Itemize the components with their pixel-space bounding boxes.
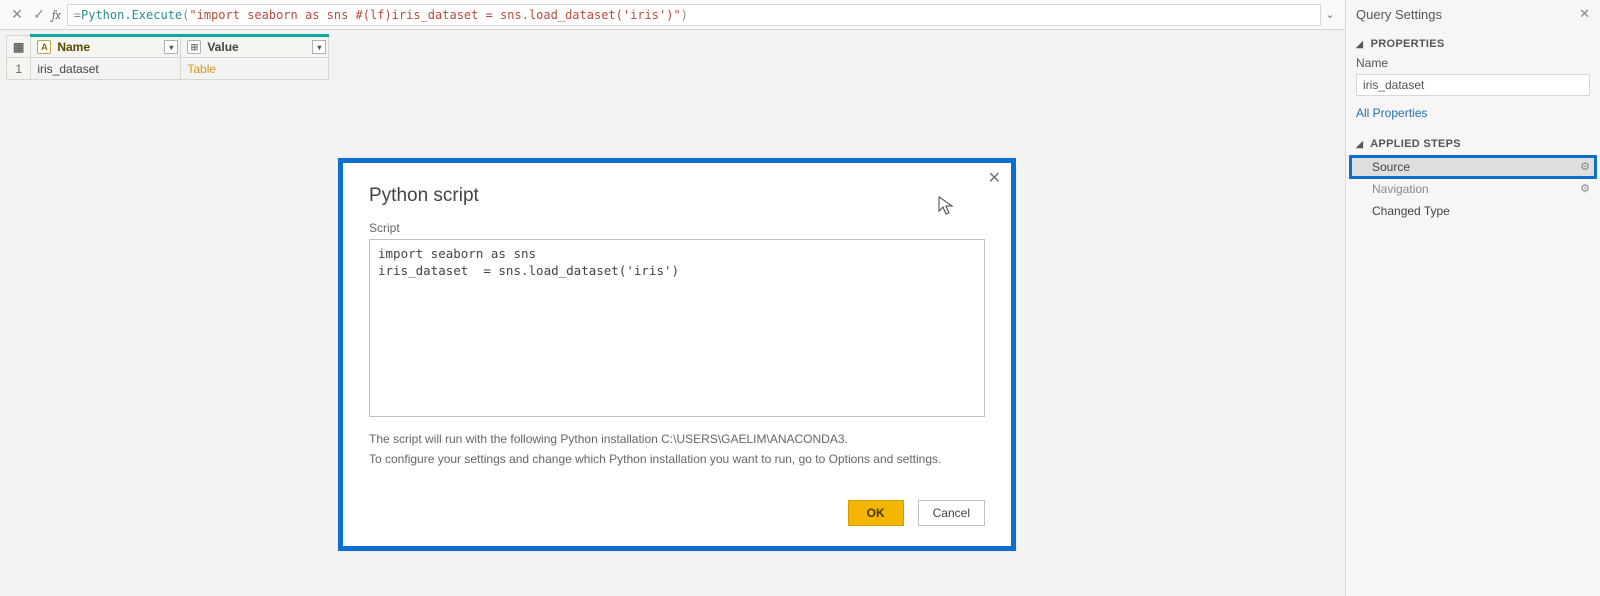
panel-title: Query Settings [1356, 7, 1442, 22]
name-label: Name [1346, 54, 1600, 72]
step-label: Changed Type [1372, 204, 1450, 218]
column-header-name[interactable]: A Name ▾ [31, 36, 181, 58]
text-type-icon: A [37, 40, 51, 54]
column-filter-dropdown-icon[interactable]: ▾ [164, 40, 178, 54]
query-name-input[interactable] [1356, 74, 1590, 96]
formula-bar: ✕ ✓ fx = Python.Execute ( "import seabor… [0, 0, 1345, 30]
column-filter-dropdown-icon[interactable]: ▾ [312, 40, 326, 54]
applied-steps-section-header[interactable]: ◢ APPLIED STEPS [1346, 128, 1600, 154]
table-row[interactable]: 1 iris_dataset Table [7, 58, 329, 80]
applied-step-source[interactable]: Source ⚙ [1350, 156, 1596, 178]
python-script-dialog: ✕ Python script Script The script will r… [338, 158, 1016, 551]
step-label: Source [1372, 160, 1410, 174]
gear-icon[interactable]: ⚙ [1580, 182, 1590, 195]
gear-icon[interactable]: ⚙ [1580, 160, 1590, 173]
cell-value-table-link[interactable]: Table [181, 58, 329, 80]
collapse-triangle-icon: ◢ [1356, 139, 1363, 150]
script-textarea[interactable] [369, 239, 985, 417]
formula-commit-icon[interactable]: ✓ [28, 3, 50, 27]
formula-input[interactable]: = Python.Execute ( "import seaborn as sn… [67, 4, 1321, 26]
fx-label: fx [52, 8, 61, 22]
table-select-all[interactable]: ▦ [7, 36, 31, 58]
step-label: Navigation [1372, 182, 1429, 196]
cancel-button[interactable]: Cancel [918, 500, 985, 526]
panel-close-icon[interactable]: ✕ [1579, 6, 1590, 22]
dialog-info-line-1: The script will run with the following P… [369, 430, 985, 448]
properties-section-header[interactable]: ◢ PROPERTIES [1346, 28, 1600, 54]
column-header-label: Value [207, 40, 238, 54]
table-type-icon: ⊞ [187, 40, 201, 54]
dialog-title: Python script [369, 185, 985, 207]
column-header-value[interactable]: ⊞ Value ▾ [181, 36, 329, 58]
row-index: 1 [7, 58, 31, 80]
applied-step-navigation[interactable]: Navigation ⚙ [1350, 178, 1596, 200]
ok-button[interactable]: OK [848, 500, 904, 526]
applied-step-changed-type[interactable]: Changed Type [1350, 200, 1596, 222]
formula-cancel-icon[interactable]: ✕ [6, 3, 28, 27]
dialog-info-line-2: To configure your settings and change wh… [369, 450, 985, 468]
cell-name[interactable]: iris_dataset [31, 58, 181, 80]
script-label: Script [369, 221, 985, 235]
all-properties-link[interactable]: All Properties [1346, 102, 1600, 128]
formula-expand-icon[interactable]: ⌄ [1321, 8, 1339, 21]
collapse-triangle-icon: ◢ [1356, 39, 1363, 50]
dialog-close-icon[interactable]: ✕ [988, 171, 1001, 187]
data-preview-grid: ▦ A Name ▾ ⊞ Value [0, 30, 1345, 84]
query-settings-panel: Query Settings ✕ ◢ PROPERTIES Name All P… [1345, 0, 1600, 596]
column-header-label: Name [57, 40, 90, 54]
